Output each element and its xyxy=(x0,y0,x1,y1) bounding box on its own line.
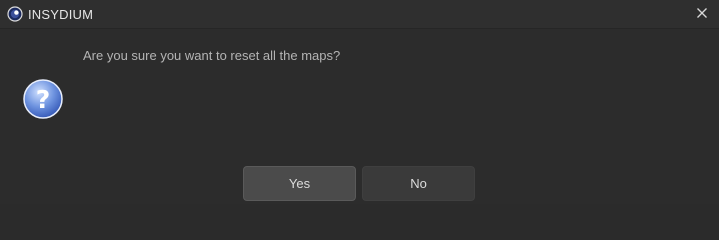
question-icon: ? xyxy=(22,78,64,120)
message-dialog: INSYDIUM ? Are you sure you want to rese… xyxy=(0,0,719,204)
cinema4d-logo-icon xyxy=(7,6,23,22)
title-bar: INSYDIUM xyxy=(0,0,719,29)
yes-button[interactable]: Yes xyxy=(243,166,356,201)
window-title: INSYDIUM xyxy=(28,7,94,22)
dialog-message: Are you sure you want to reset all the m… xyxy=(83,48,341,63)
no-button[interactable]: No xyxy=(362,166,475,201)
svg-text:?: ? xyxy=(36,85,51,114)
close-icon xyxy=(696,6,708,24)
close-button[interactable] xyxy=(685,0,719,29)
